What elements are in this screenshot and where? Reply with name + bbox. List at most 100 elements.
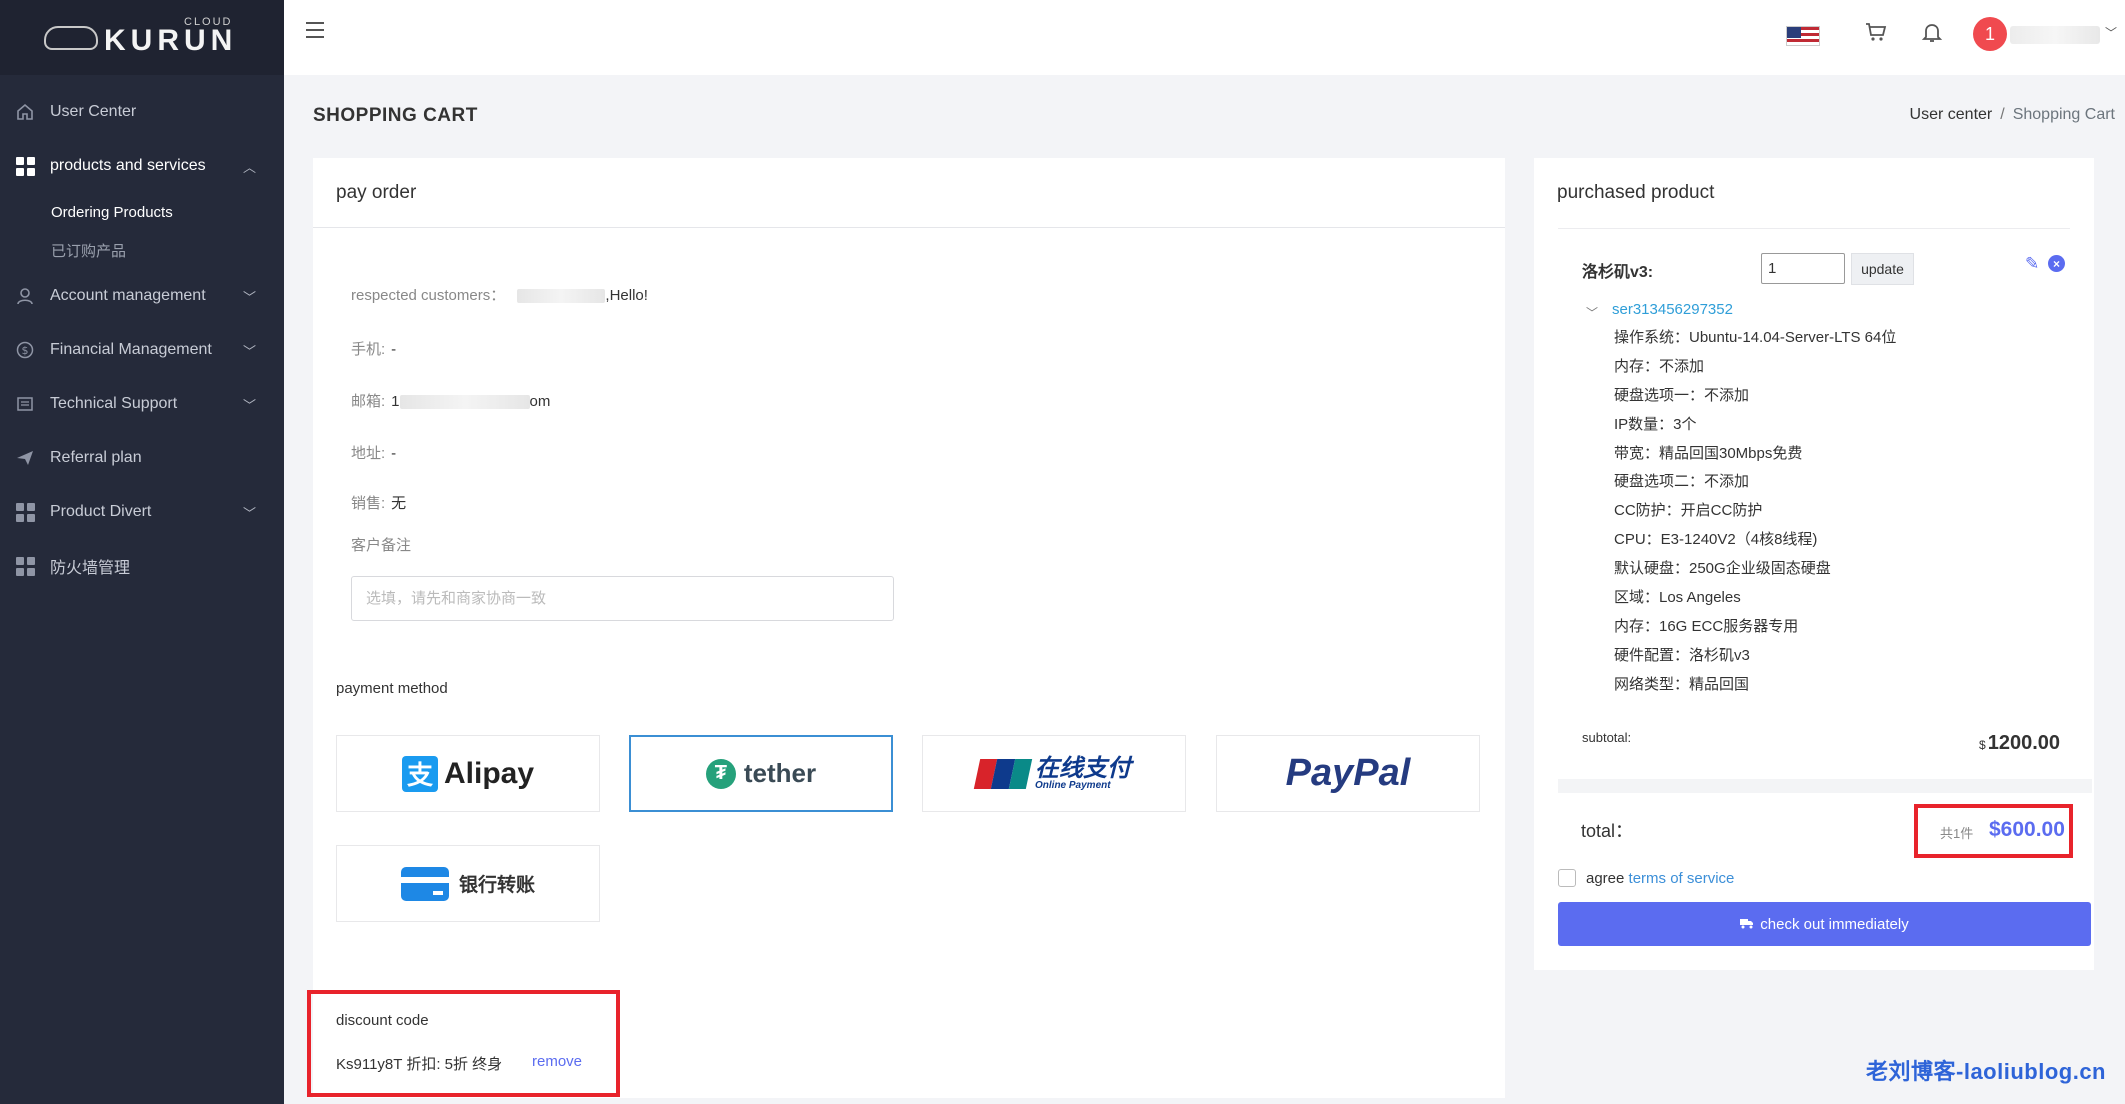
spec-item: 硬盘选项二：不添加 <box>1614 473 1750 491</box>
address-value: - <box>391 445 397 462</box>
payment-method-label: payment method <box>336 680 448 697</box>
spec-item: CC防护：开启CC防护 <box>1614 502 1763 520</box>
chevron-down-icon[interactable]: ﹀ <box>2105 24 2117 41</box>
payment-label: Alipay <box>443 756 535 790</box>
edit-icon[interactable]: ✎ <box>2025 254 2039 274</box>
unionpay-icon <box>973 758 1033 789</box>
sidebar-item-products-and-services[interactable]: products and services ︿ <box>0 139 284 193</box>
address-label: 地址: <box>351 445 386 462</box>
topbar: 1 ﹀ <box>284 0 2125 75</box>
user-icon <box>14 285 36 307</box>
sales-row: 销售: 无 <box>351 492 406 513</box>
sidebar-item-firewall[interactable]: 防火墙管理 <box>0 539 284 593</box>
purchased-product-title: purchased product <box>1557 182 1715 203</box>
bell-icon[interactable] <box>1920 20 1944 50</box>
payment-option-bank-transfer[interactable]: 银行转账 <box>336 845 600 922</box>
quantity-input[interactable] <box>1761 253 1845 284</box>
cart-icon[interactable] <box>1864 20 1888 50</box>
terms-of-service-link[interactable]: terms of service <box>1629 870 1735 887</box>
agree-checkbox[interactable] <box>1558 869 1576 887</box>
subtotal-value: $1200.00 <box>1979 732 2060 755</box>
sidebar-subitem-ordered-products[interactable]: 已订购产品 <box>0 231 284 269</box>
chevron-down-icon[interactable]: ﹀ <box>1586 304 1598 321</box>
sidebar-item-referral-plan[interactable]: Referral plan <box>0 431 284 485</box>
sidebar-item-product-divert[interactable]: Product Divert ﹀ <box>0 485 284 539</box>
customer-note-input[interactable] <box>351 576 894 621</box>
spec-item: 硬件配置：洛杉矶v3 <box>1614 646 1750 664</box>
phone-value: - <box>391 341 397 358</box>
agree-text: agree terms of service <box>1586 870 1734 887</box>
sidebar-item-label: Referral plan <box>50 449 142 466</box>
notification-badge[interactable]: 1 <box>1973 17 2007 51</box>
sidebar-item-label: Product Divert <box>50 503 152 520</box>
truck-icon <box>1740 917 1754 932</box>
breadcrumb-separator: / <box>2000 106 2005 123</box>
update-button[interactable]: update <box>1851 253 1914 285</box>
sidebar-nav: User Center products and services ︿ Orde… <box>0 75 284 593</box>
grid-icon <box>14 555 36 577</box>
payment-option-unionpay[interactable]: 在线支付 Online Payment <box>922 735 1186 812</box>
sidebar-item-label: products and services <box>50 157 206 174</box>
product-name: 洛杉矶v3: <box>1582 264 1654 281</box>
logo-sup: CLOUD <box>184 15 233 28</box>
sidebar-item-label: User Center <box>50 103 137 120</box>
payment-option-tether[interactable]: ₮ tether <box>629 735 893 812</box>
sidebar-item-user-center[interactable]: User Center <box>0 85 284 139</box>
total-value: $600.00 <box>1989 818 2065 841</box>
tether-icon: ₮ <box>705 758 736 789</box>
spec-item: 区域：Los Angeles <box>1614 589 1741 607</box>
grid-icon <box>14 501 36 523</box>
address-row: 地址: - <box>351 442 396 463</box>
payment-option-paypal[interactable]: PayPal <box>1216 735 1480 812</box>
sidebar-subitem-ordering-products[interactable]: Ordering Products <box>0 193 284 231</box>
spec-item: IP数量：3个 <box>1614 415 1697 433</box>
phone-row: 手机: - <box>351 338 396 359</box>
menu-icon[interactable] <box>306 22 324 38</box>
sidebar-item-account-management[interactable]: Account management ﹀ <box>0 269 284 323</box>
spec-item: 带宽：精品回国30Mbps免费 <box>1614 444 1803 462</box>
payment-option-alipay[interactable]: 支 Alipay <box>336 735 600 812</box>
sidebar: KURUN CLOUD User Center products and ser… <box>0 0 284 1104</box>
sidebar-item-technical-support[interactable]: Technical Support ﹀ <box>0 377 284 431</box>
checkout-label: check out immediately <box>1760 915 1909 933</box>
checkout-button[interactable]: check out immediately <box>1558 902 2091 946</box>
chevron-down-icon: ﹀ <box>242 289 256 305</box>
email-prefix: 1 <box>391 393 400 410</box>
pay-order-card: pay order respected customers： ,Hello! 手… <box>307 158 1505 1098</box>
email-row: 邮箱: 1 om <box>351 390 550 411</box>
payment-label: 在线支付 <box>1035 754 1131 782</box>
grid-icon <box>14 155 36 177</box>
product-serial-link[interactable]: ser313456297352 <box>1612 301 1733 318</box>
brand-logo[interactable]: KURUN CLOUD <box>0 0 284 75</box>
sales-value: 无 <box>391 495 407 512</box>
username-blurred[interactable] <box>2010 26 2100 44</box>
note-label: 客户备注 <box>351 537 412 554</box>
logo-text: KURUN <box>104 23 238 57</box>
us-flag-icon[interactable] <box>1786 26 1820 46</box>
spec-item: 默认硬盘：250G企业级固态硬盘 <box>1614 560 1831 578</box>
discount-remove-link[interactable]: remove <box>532 1053 582 1070</box>
purchased-product-card: purchased product 洛杉矶v3: update ✎ × ﹀ se… <box>1534 158 2094 970</box>
divider-bar <box>1558 779 2092 793</box>
dollar-icon: $ <box>14 339 36 361</box>
customer-name-blurred <box>517 289 606 304</box>
payment-label: 银行转账 <box>458 875 535 896</box>
spec-item: 网络类型：精品回国 <box>1614 675 1750 693</box>
subtotal-amount: 1200.00 <box>1987 732 2060 754</box>
cloud-logo-icon <box>44 25 98 50</box>
page-title: SHOPPING CART <box>313 105 478 126</box>
total-item-count: 共1件 <box>1940 826 1974 841</box>
pay-order-title: pay order <box>313 158 1505 228</box>
product-specs-list: 操作系统：Ubuntu-14.04-Server-LTS 64位 内存：不添加 … <box>1614 324 1896 700</box>
remove-product-icon[interactable]: × <box>2048 255 2065 272</box>
sidebar-item-label: Financial Management <box>50 341 212 358</box>
subtotal-currency: $ <box>1979 738 1986 752</box>
payment-label: tether <box>743 758 817 788</box>
spec-item: 操作系统：Ubuntu-14.04-Server-LTS 64位 <box>1614 329 1897 346</box>
discount-code-value: Ks911y8T 折扣: 5折 终身 <box>336 1056 503 1073</box>
sidebar-item-financial-management[interactable]: $ Financial Management ﹀ <box>0 323 284 377</box>
breadcrumb: User center / Shopping Cart <box>1910 106 2115 124</box>
breadcrumb-user-center[interactable]: User center <box>1910 106 1993 123</box>
sales-label: 销售: <box>351 495 386 512</box>
greeting-label: respected customers： <box>351 287 506 304</box>
